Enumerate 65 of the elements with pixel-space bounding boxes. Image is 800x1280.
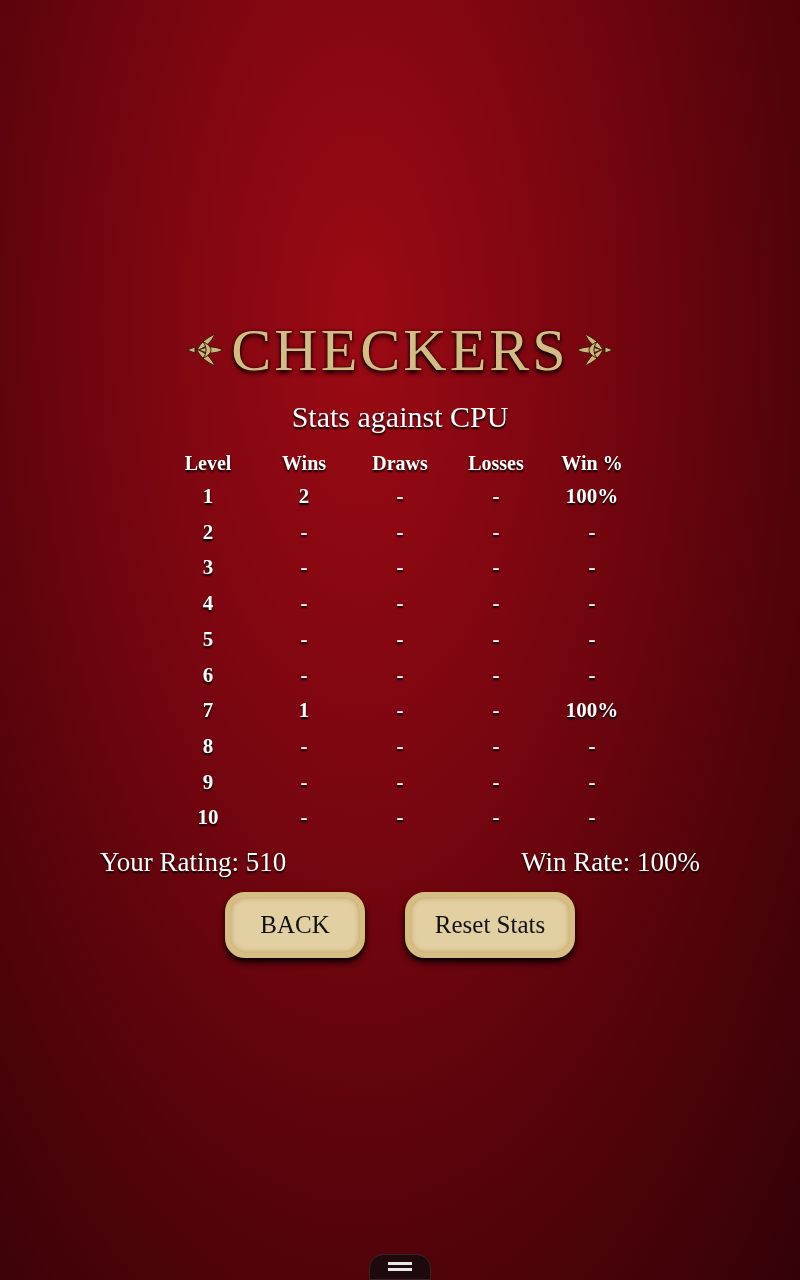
table-cell-text: 100% (565, 483, 619, 511)
column-header: Draws (372, 451, 428, 476)
table-cell-text: - (588, 518, 596, 546)
table-cell-text: - (300, 590, 308, 618)
table-cell-text: 2 (298, 483, 310, 511)
table-cell-text: - (396, 661, 404, 689)
table-cell-text: - (588, 768, 596, 796)
table-cell-text: 6 (202, 661, 214, 689)
table-cell-text: - (588, 590, 596, 618)
table-cell-text: - (396, 732, 404, 760)
table-cell-text: - (396, 554, 404, 582)
table-cell-text: - (492, 804, 500, 832)
column-header: Wins (281, 451, 327, 476)
table-cell-text: - (396, 590, 404, 618)
table-cell-text: - (396, 518, 404, 546)
table-cell-text: 4 (202, 590, 214, 618)
table-cell-text: - (300, 804, 308, 832)
table-cell-text: 5 (202, 625, 214, 653)
table-cell-text: 1 (202, 483, 214, 511)
back-button[interactable]: BACK (225, 891, 365, 958)
table-cell-text: - (492, 590, 500, 618)
table-cell-text: - (396, 768, 404, 796)
table-cell-text: - (492, 554, 500, 582)
menu-handle-button[interactable] (369, 1254, 431, 1280)
game-logo-title: CHECKERS (231, 318, 569, 382)
table-cell-text: 7 (202, 697, 214, 725)
column-header: Win % (561, 451, 623, 476)
rating-text: Your Rating: 510 (100, 845, 287, 878)
table-cell-text: - (396, 697, 404, 725)
win-rate-text: Win Rate: 100% (521, 845, 700, 878)
menu-icon (388, 1262, 412, 1272)
table-cell-text: - (300, 661, 308, 689)
table-cell-text: - (492, 518, 500, 546)
table-cell-text: 100% (565, 697, 619, 725)
table-cell-text: 3 (202, 554, 214, 582)
table-cell-text: - (300, 732, 308, 760)
reset-stats-button[interactable]: Reset Stats (405, 891, 575, 958)
table-cell-text: 8 (202, 732, 214, 760)
table-cell-text: - (492, 483, 500, 511)
table-cell-text: - (492, 768, 500, 796)
table-cell-text: 1 (298, 697, 310, 725)
table-cell-text: 10 (197, 804, 219, 832)
table-cell-text: - (588, 554, 596, 582)
table-cell-text: - (492, 697, 500, 725)
table-cell-text: - (300, 625, 308, 653)
table-cell-text: - (300, 554, 308, 582)
column-header: Level (184, 451, 232, 476)
column-header: Losses (468, 451, 524, 476)
ornament-icon (185, 330, 226, 370)
table-cell-text: - (492, 625, 500, 653)
table-cell-text: - (300, 518, 308, 546)
table-cell-text: - (492, 732, 500, 760)
table-cell-text: 9 (202, 768, 214, 796)
table-cell-text: - (492, 661, 500, 689)
ornament-icon (574, 330, 615, 370)
table-cell-text: - (588, 661, 596, 689)
table-cell-text: - (396, 483, 404, 511)
table-cell-text: - (588, 625, 596, 653)
stats-heading: Stats against CPU (291, 400, 509, 434)
table-cell-text: - (300, 768, 308, 796)
table-cell-text: - (396, 804, 404, 832)
table-cell-text: - (588, 732, 596, 760)
table-cell-text: - (396, 625, 404, 653)
table-cell-text: - (588, 804, 596, 832)
table-cell-text: 2 (202, 518, 214, 546)
